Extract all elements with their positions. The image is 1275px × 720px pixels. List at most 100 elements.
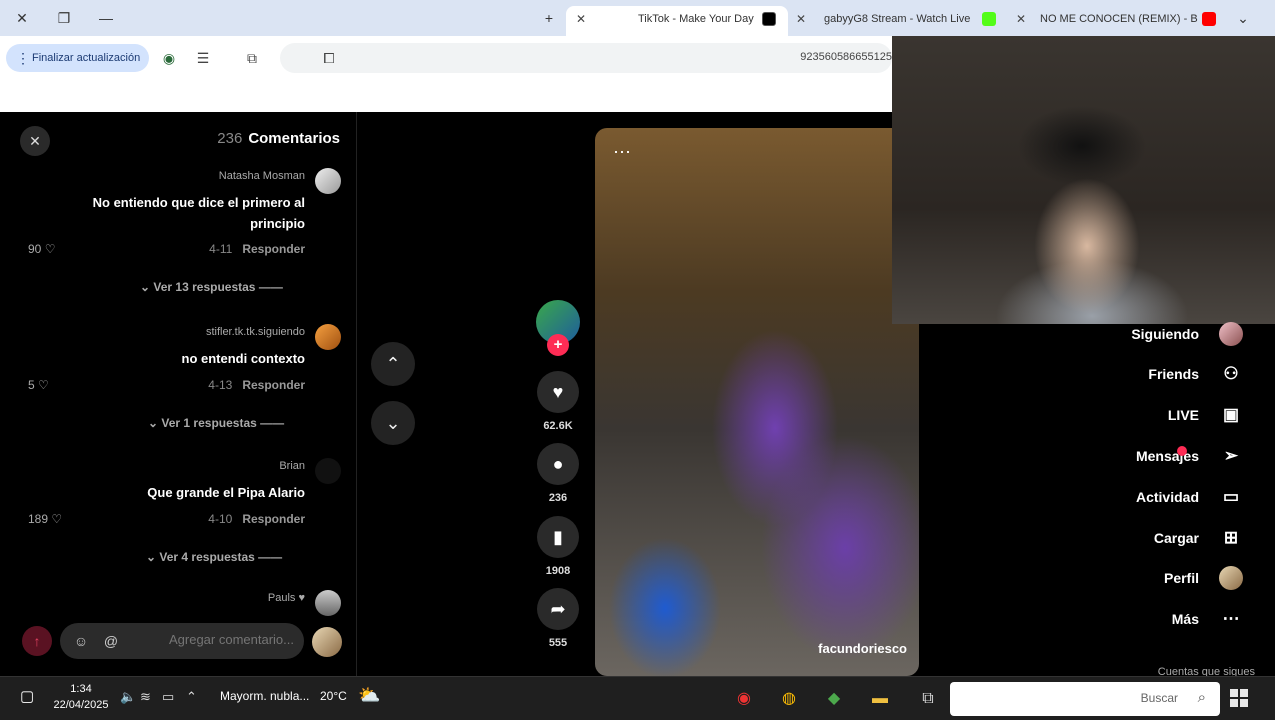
windows-start-icon[interactable]	[1230, 689, 1248, 707]
obs-icon[interactable]: ◉	[730, 685, 758, 713]
comment-author[interactable]: stifler.tk.tk.siguiendo	[206, 326, 305, 338]
video-player[interactable]: ⋯ facundoriesco	[595, 128, 919, 676]
emoji-icon[interactable]: ☺	[72, 632, 90, 650]
previous-video-button[interactable]: ⌃	[371, 342, 415, 386]
comment-input[interactable]	[134, 632, 294, 647]
close-tab-icon[interactable]: ✕	[796, 6, 806, 32]
comment-count: 236	[548, 492, 568, 504]
minimize-window-icon[interactable]: —	[94, 8, 118, 28]
like-button[interactable]: 5 ♡	[28, 378, 49, 392]
comment-meta: 4-11 Responder	[209, 242, 305, 256]
tab-label: NO ME CONOCEN (REMIX) - Bi	[1040, 13, 1198, 25]
view-replies-label: Ver 1 respuestas	[161, 416, 257, 430]
avatar[interactable]	[315, 458, 341, 484]
close-comments-button[interactable]: ✕	[20, 126, 50, 156]
save-button[interactable]: ▮	[537, 516, 579, 558]
view-replies-label: Ver 13 respuestas	[153, 280, 256, 294]
reply-button[interactable]: Responder	[242, 512, 305, 526]
heart-icon: ♡	[44, 242, 56, 256]
address-bar[interactable]: ⧠ 923560586655125	[280, 43, 892, 73]
video-author[interactable]: facundoriesco	[818, 641, 907, 656]
more-options-icon[interactable]: ⋯	[613, 142, 631, 163]
comment-date: 4-13	[208, 378, 233, 392]
wifi-icon[interactable]: ≋	[140, 689, 151, 705]
url-text: 923560586655125	[800, 51, 892, 63]
chevron-down-icon: ⌄	[148, 416, 159, 430]
like-count: 5	[28, 378, 35, 392]
clock-date: 22/04/2025	[53, 699, 109, 711]
system-clock[interactable]: 1:34 22/04/2025	[48, 681, 114, 713]
send-comment-button[interactable]: ↑	[22, 626, 52, 656]
heart-icon: ♡	[51, 512, 63, 526]
view-replies-button[interactable]: ⌄ Ver 1 respuestas ——	[148, 416, 284, 430]
reply-button[interactable]: Responder	[242, 378, 305, 392]
tab-search-icon[interactable]: ⌄	[1231, 8, 1255, 28]
follow-button[interactable]: +	[547, 334, 569, 356]
chevron-down-icon: ⌄	[146, 550, 157, 564]
tab-kick[interactable]: ✕ gabyyG8 Stream - Watch Live	[790, 6, 1004, 36]
comments-title: 236 Comentarios	[217, 130, 340, 147]
close-window-icon[interactable]: ✕	[10, 8, 34, 28]
comment-date: 4-11	[209, 242, 233, 256]
volume-icon[interactable]: 🔈	[120, 689, 136, 705]
file-explorer-icon[interactable]: ▬	[866, 685, 894, 713]
next-video-button[interactable]: ⌄	[371, 401, 415, 445]
view-replies-button[interactable]: ⌄ Ver 13 respuestas ——	[140, 280, 283, 294]
avatar-icon	[1219, 322, 1243, 346]
bookmark-icon: ▮	[553, 527, 563, 547]
avatar[interactable]	[315, 324, 341, 350]
tab-youtube[interactable]: ✕ NO ME CONOCEN (REMIX) - Bi	[1010, 6, 1222, 36]
sidebar-item-label: Friends	[1148, 366, 1199, 382]
close-tab-icon[interactable]: ✕	[576, 6, 586, 32]
avatar[interactable]	[315, 168, 341, 194]
install-app-icon[interactable]: ⧠	[320, 49, 338, 67]
avatar[interactable]	[312, 627, 342, 657]
windows-taskbar: ▢ 1:34 22/04/2025 🔈 ≋ ▭ ⌃ Mayorm. nubla.…	[0, 676, 1275, 720]
comment-text: No entiendo que dice el primero al princ…	[92, 195, 305, 231]
close-tab-icon[interactable]: ✕	[1016, 6, 1026, 32]
comment-field[interactable]: ☺ @	[60, 623, 304, 659]
stack-app-icon[interactable]: ◆	[820, 685, 848, 713]
like-button[interactable]: 90 ♡	[28, 242, 55, 256]
sidebar-item-label: Cargar	[1153, 530, 1199, 546]
notification-dot	[1177, 446, 1187, 456]
comment-author[interactable]: Brian	[279, 460, 305, 472]
activity-icon: ▭	[1222, 487, 1240, 506]
restore-window-icon[interactable]: ❐	[52, 8, 76, 28]
heart-icon: ♥	[552, 382, 564, 402]
comment-author[interactable]: Pauls ♥	[268, 592, 305, 604]
new-tab-button[interactable]: +	[537, 8, 561, 28]
notifications-icon[interactable]: ▢	[20, 687, 34, 705]
page-header-band	[0, 78, 892, 112]
taskbar-search[interactable]: Buscar ⌕	[950, 682, 1220, 716]
youtube-icon	[1202, 12, 1216, 26]
extensions-puzzle-icon[interactable]: ⧉	[243, 49, 261, 67]
messages-icon: ➢	[1223, 446, 1239, 465]
comment-author[interactable]: Natasha Mosman	[219, 170, 305, 182]
comments-title-label: Comentarios	[248, 130, 340, 147]
tab-tiktok[interactable]: ✕ TikTok - Make Your Day	[566, 6, 788, 36]
search-placeholder: Buscar	[1140, 691, 1178, 705]
reading-list-icon[interactable]: ☰	[194, 49, 212, 67]
comments-button[interactable]: ●	[537, 443, 579, 485]
sidebar-nav: Siguiendo Friends ⚇ LIVE ▣ Mensajes ➢ Ac…	[920, 322, 1275, 678]
reply-button[interactable]: Responder	[242, 242, 305, 256]
mention-icon[interactable]: @	[102, 632, 120, 650]
view-replies-button[interactable]: ⌄ Ver 4 respuestas ——	[146, 550, 282, 564]
comments-panel: ✕ 236 Comentarios Natasha Mosman No entie…	[0, 112, 357, 676]
like-video-button[interactable]: ♥	[537, 371, 579, 413]
chevron-up-icon[interactable]: ⌃	[186, 689, 197, 705]
task-view-icon[interactable]: ⧉	[914, 685, 942, 713]
weather-temperature: 20°C	[320, 689, 347, 703]
like-button[interactable]: 189 ♡	[28, 512, 62, 526]
sidebar-item-label: LIVE	[1167, 407, 1199, 423]
avatar[interactable]	[315, 590, 341, 616]
battery-icon[interactable]: ▭	[162, 689, 174, 705]
tiktok-icon	[762, 12, 776, 26]
chevron-up-icon: ⌃	[385, 354, 401, 374]
extension-icon[interactable]: ◉	[160, 49, 178, 67]
share-button[interactable]: ➦	[537, 588, 579, 630]
chrome-icon[interactable]: ◍	[775, 685, 803, 713]
sidebar-item-label: Más	[1171, 611, 1199, 627]
update-button[interactable]: ⋮ Finalizar actualización	[6, 44, 149, 72]
